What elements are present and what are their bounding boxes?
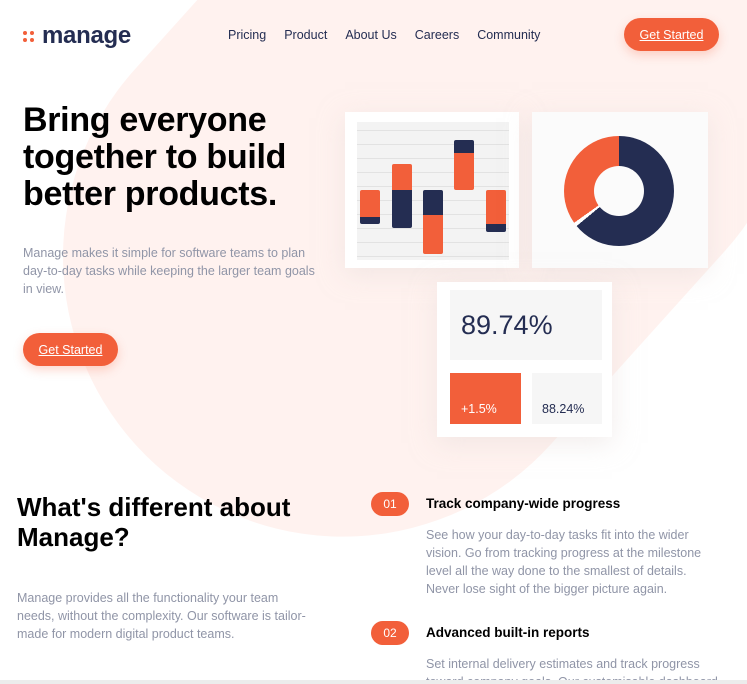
chart-bar: [486, 190, 506, 232]
stats-card: 89.74% +1.5% 88.24%: [437, 282, 612, 437]
section-description: Manage provides all the functionality yo…: [17, 591, 306, 641]
hero-get-started-button[interactable]: Get Started: [23, 333, 118, 366]
nav-link-community[interactable]: Community: [477, 28, 540, 42]
stat-main-value: 89.74%: [450, 290, 602, 360]
donut-chart: [564, 136, 674, 246]
stat-change-badge: +1.5%: [450, 373, 521, 424]
feature-number-badge: 01: [371, 492, 409, 516]
main-nav: Pricing Product About Us Careers Communi…: [228, 28, 540, 42]
feature-item: 02 Advanced built-in reports Set interna…: [371, 621, 731, 684]
logo-text: manage: [42, 22, 131, 49]
horizontal-scrollbar[interactable]: [0, 680, 747, 684]
chart-bar: [392, 164, 412, 228]
four-dot-grid-icon: [23, 30, 34, 42]
nav-link-pricing[interactable]: Pricing: [228, 28, 266, 42]
header-get-started-button[interactable]: Get Started: [624, 18, 719, 51]
donut-hole: [594, 166, 644, 216]
hero-description: Manage makes it simple for software team…: [23, 246, 315, 296]
donut-chart-card: [532, 112, 708, 268]
feature-title: Track company-wide progress: [426, 496, 621, 511]
logo[interactable]: manage: [23, 22, 131, 50]
bar-chart-area: [357, 122, 509, 260]
feature-title: Advanced built-in reports: [426, 625, 590, 640]
nav-link-careers[interactable]: Careers: [415, 28, 459, 42]
feature-number-badge: 02: [371, 621, 409, 645]
chart-bar: [423, 190, 443, 254]
feature-description: See how your day-to-day tasks fit into t…: [426, 528, 702, 596]
stat-secondary-value: 88.24%: [532, 373, 602, 424]
chart-bar: [360, 190, 380, 224]
bar-chart-card: [345, 112, 519, 268]
nav-link-about-us[interactable]: About Us: [345, 28, 396, 42]
chart-bar: [454, 140, 474, 190]
section-title: What's different about Manage?: [17, 492, 291, 552]
hero-title: Bring everyone together to build better …: [23, 101, 287, 213]
feature-item: 01 Track company-wide progress See how y…: [371, 492, 731, 612]
nav-link-product[interactable]: Product: [284, 28, 327, 42]
